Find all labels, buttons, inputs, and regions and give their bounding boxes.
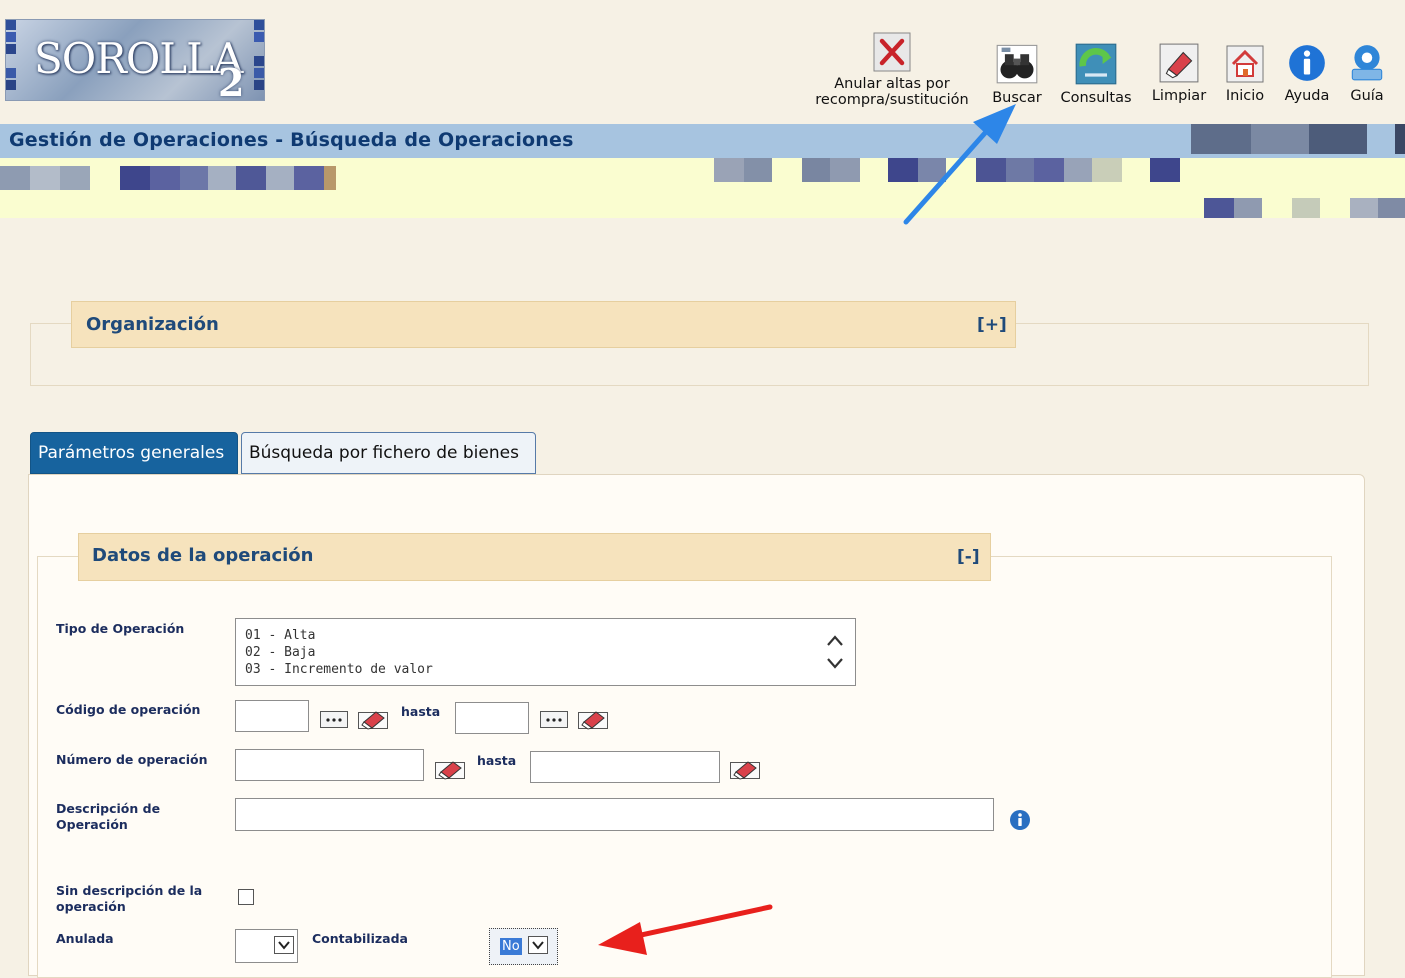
deco-square xyxy=(802,158,830,182)
numero-desde-input[interactable] xyxy=(235,749,424,781)
deco-square xyxy=(208,166,236,190)
home-icon xyxy=(1226,45,1264,83)
deco-square xyxy=(324,166,336,190)
tipo-operacion-label: Tipo de Operación xyxy=(56,621,185,636)
logo-wordmark: SOROLLA xyxy=(34,34,243,83)
list-item[interactable]: 03 - Incremento de valor xyxy=(245,662,433,677)
eraser-icon[interactable] xyxy=(730,758,760,780)
tab-busqueda-fichero[interactable]: Búsqueda por fichero de bienes xyxy=(241,432,536,474)
deco-square xyxy=(976,158,1006,182)
chevron-down-icon xyxy=(528,936,548,954)
sorolla-logo: SOROLLA 2 xyxy=(5,19,265,101)
info-icon xyxy=(1289,45,1325,81)
deco-square xyxy=(1378,198,1405,218)
anular-label: Anular altas por recompra/sustitución xyxy=(815,76,969,108)
deco-square xyxy=(714,158,744,182)
tab-parametros-generales[interactable]: Parámetros generales xyxy=(30,432,238,474)
deco-square xyxy=(1234,198,1262,218)
page-title: Gestión de Operaciones - Búsqueda de Ope… xyxy=(9,129,574,151)
cancel-x-icon xyxy=(873,32,911,72)
listbox-scroll-arrows-icon[interactable] xyxy=(824,627,846,675)
consultas-refresh-icon xyxy=(1075,43,1117,85)
eraser-icon xyxy=(1159,43,1199,83)
deco-square xyxy=(150,166,180,190)
organizacion-title: Organización xyxy=(86,314,219,335)
deco-square xyxy=(294,166,324,190)
deco-square xyxy=(60,166,90,190)
hasta-label: hasta xyxy=(477,753,517,768)
buscar-button[interactable]: Buscar xyxy=(988,30,1046,107)
inicio-label: Inicio xyxy=(1225,88,1265,104)
limpiar-label: Limpiar xyxy=(1151,88,1207,104)
ellipsis-lookup-icon[interactable] xyxy=(540,709,568,729)
deco-square xyxy=(30,166,60,190)
ellipsis-lookup-icon[interactable] xyxy=(320,709,348,729)
guia-label: Guía xyxy=(1350,88,1384,104)
deco-square xyxy=(1350,198,1378,218)
organizacion-expand-toggle[interactable]: [+] xyxy=(977,315,1007,335)
title-deco xyxy=(1191,124,1251,154)
deco-square xyxy=(266,166,294,190)
guia-button[interactable]: Guía xyxy=(1344,30,1390,105)
datos-collapse-toggle[interactable]: [-] xyxy=(957,547,980,567)
deco-square xyxy=(830,158,860,182)
deco-square xyxy=(1150,158,1180,182)
sin-descripcion-checkbox[interactable] xyxy=(238,889,254,905)
buscar-label: Buscar xyxy=(992,90,1042,106)
deco-square xyxy=(1092,158,1122,182)
title-deco xyxy=(1251,124,1309,154)
chevron-down-icon xyxy=(274,936,294,954)
title-deco xyxy=(1395,124,1405,154)
list-item[interactable]: 01 - Alta xyxy=(245,628,315,643)
descripcion-operacion-input[interactable] xyxy=(235,798,994,831)
inicio-button[interactable]: Inicio xyxy=(1220,30,1270,105)
deco-square xyxy=(744,158,772,182)
deco-square xyxy=(120,166,150,190)
anular-altas-button[interactable]: Anular altas por recompra/sustitución xyxy=(806,30,978,108)
deco-square xyxy=(1292,198,1320,218)
deco-square xyxy=(236,166,266,190)
deco-square xyxy=(180,166,208,190)
info-icon[interactable] xyxy=(1009,809,1031,831)
anulada-select[interactable] xyxy=(235,929,298,963)
datos-title: Datos de la operación xyxy=(92,545,314,566)
contabilizada-label: Contabilizada xyxy=(312,931,408,946)
sin-descripcion-label: Sin descripción de la operación xyxy=(56,883,203,914)
anulada-label: Anulada xyxy=(56,931,114,946)
guide-icon xyxy=(1351,45,1383,81)
limpiar-button[interactable]: Limpiar xyxy=(1148,30,1210,105)
numero-hasta-input[interactable] xyxy=(530,751,720,783)
descripcion-operacion-label: Descripción de Operación xyxy=(56,801,161,832)
deco-square xyxy=(1034,158,1064,182)
codigo-desde-input[interactable] xyxy=(235,700,309,732)
ayuda-label: Ayuda xyxy=(1284,88,1330,104)
list-item[interactable]: 02 - Baja xyxy=(245,645,315,660)
tipo-operacion-listbox[interactable]: 01 - Alta 02 - Baja 03 - Incremento de v… xyxy=(235,618,856,686)
deco-square xyxy=(0,166,30,190)
consultas-label: Consultas xyxy=(1060,90,1132,106)
hasta-label: hasta xyxy=(401,704,441,719)
deco-square xyxy=(1064,158,1092,182)
ayuda-button[interactable]: Ayuda xyxy=(1280,30,1334,105)
title-deco xyxy=(1309,124,1367,154)
deco-square xyxy=(888,158,918,182)
contabilizada-value: No xyxy=(500,938,522,955)
eraser-icon[interactable] xyxy=(578,708,608,730)
codigo-hasta-input[interactable] xyxy=(455,702,529,734)
deco-square xyxy=(1006,158,1034,182)
deco-square xyxy=(1204,198,1234,218)
numero-operacion-label: Número de operación xyxy=(56,752,208,767)
contabilizada-select[interactable]: No xyxy=(489,928,558,965)
consultas-button[interactable]: Consultas xyxy=(1056,30,1136,107)
binoculars-icon xyxy=(996,44,1038,84)
deco-square xyxy=(918,158,946,182)
logo-number: 2 xyxy=(218,60,245,101)
codigo-operacion-label: Código de operación xyxy=(56,702,201,717)
eraser-icon[interactable] xyxy=(358,708,388,730)
eraser-icon[interactable] xyxy=(435,758,465,780)
